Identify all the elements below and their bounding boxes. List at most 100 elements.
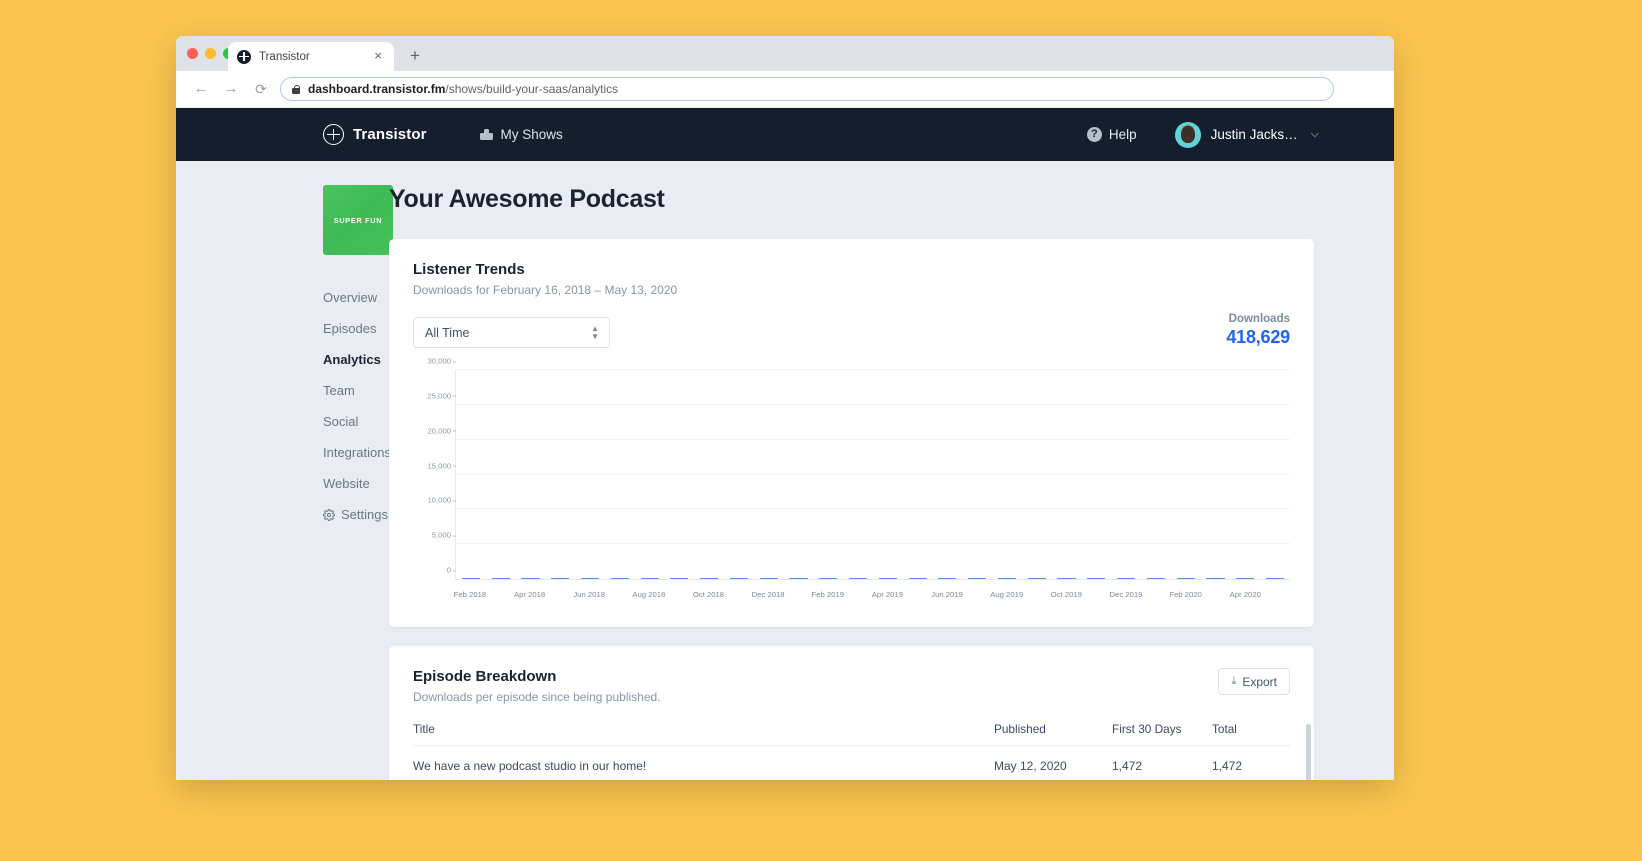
chart-bar[interactable] [909,578,927,579]
nav-item-my-shows[interactable]: My Shows [480,127,563,142]
chart-toolbar: All Time ▲▼ Downloads 418,629 [413,313,1290,348]
user-menu[interactable]: Justin Jacks… ⌵ [1175,122,1319,148]
back-icon[interactable]: ← [190,78,212,100]
chart-bar-cell[interactable] [1052,578,1082,579]
chart-bar[interactable] [879,578,897,579]
chart-bar-cell[interactable] [962,578,992,579]
chart-bar[interactable] [760,578,778,579]
sidebar-item-label: Integrations [323,445,391,460]
export-button[interactable]: ⤓ Export [1218,668,1290,695]
show-artwork[interactable]: SUPER FUN [323,185,393,255]
chart-bar[interactable] [462,578,480,579]
sidebar-item-integrations[interactable]: Integrations [323,437,389,468]
new-tab-icon[interactable]: + [406,47,424,65]
chart-plot-area: 05,00010,00015,00020,00025,00030,000 [455,370,1290,580]
chart-bar[interactable] [819,578,837,579]
chart-bar-cell[interactable] [1022,578,1052,579]
close-window-button[interactable] [187,48,198,59]
time-range-select[interactable]: All Time ▲▼ [413,317,610,348]
close-icon[interactable]: × [372,50,384,62]
chart-bar-cell[interactable] [575,578,605,579]
table-column-header[interactable]: First 30 Days [1112,722,1212,746]
chart-bar-cell[interactable] [873,578,903,579]
chart-bar[interactable] [1117,578,1135,579]
chart-bar-cell[interactable] [664,578,694,579]
chart-bar-cell[interactable] [1081,578,1111,579]
chart-bar[interactable] [968,578,986,579]
episode-breakdown-header: Episode Breakdown Downloads per episode … [413,668,1290,704]
chart-bar[interactable] [1087,578,1105,579]
chart-bar-cell[interactable] [1230,578,1260,579]
chart-bar-cell[interactable] [456,578,486,579]
chart-bar-cell[interactable] [1171,578,1201,579]
chart-bar[interactable] [700,578,718,579]
sidebar-item-label: Settings [341,507,388,522]
chart-bar[interactable] [1177,578,1195,579]
table-column-header[interactable]: Total [1212,722,1290,746]
forward-icon[interactable]: → [220,78,242,100]
chart-bar[interactable] [789,578,807,579]
chart-bar[interactable] [581,578,599,579]
chart-bar-cell[interactable] [1111,578,1141,579]
table-scrollbar[interactable] [1306,724,1311,780]
chart-bar-cell[interactable] [1141,578,1171,579]
listener-trends-card: Listener Trends Downloads for February 1… [389,239,1314,627]
chart-bar-cell[interactable] [754,578,784,579]
chart-bar[interactable] [1266,578,1284,579]
chart-bar[interactable] [1236,578,1254,579]
chart-bar-cell[interactable] [933,578,963,579]
sidebar-item-label: Social [323,414,358,429]
chart-bar-cell[interactable] [605,578,635,579]
help-button[interactable]: ? Help [1087,127,1137,142]
chart-bar[interactable] [730,578,748,579]
chart-bar-cell[interactable] [1260,578,1290,579]
chart-bar[interactable] [670,578,688,579]
chart-bar[interactable] [938,578,956,579]
chart-bar-cell[interactable] [694,578,724,579]
chart-bar[interactable] [641,578,659,579]
downloads-value: 418,629 [1226,327,1290,348]
chart-bar-cell[interactable] [1201,578,1231,579]
brand-logo[interactable]: Transistor [323,124,427,145]
lock-icon [292,85,300,94]
table-column-header[interactable]: Title [413,722,994,746]
sidebar-item-team[interactable]: Team [323,375,389,406]
table-column-header[interactable]: Published [994,722,1112,746]
chart-bar-cell[interactable] [724,578,754,579]
sidebar-item-episodes[interactable]: Episodes [323,313,389,344]
browser-tabbar: Transistor × + [176,36,1394,71]
sidebar-item-analytics[interactable]: Analytics [323,344,389,375]
chart-bar[interactable] [1057,578,1075,579]
address-bar[interactable]: dashboard.transistor.fm/shows/build-your… [280,77,1334,101]
sidebar-nav: OverviewEpisodesAnalyticsTeam Social Integ… [323,282,389,530]
chart-bar[interactable] [611,578,629,579]
browser-tab[interactable]: Transistor × [228,42,394,71]
sidebar-item-social[interactable]: Social [323,406,389,437]
chart-bar-cell[interactable] [903,578,933,579]
chart-bar[interactable] [492,578,510,579]
sidebar-item-website[interactable]: Website [323,468,389,499]
x-axis-tick-label: Feb 2020 [1169,590,1201,599]
chart-bar-cell[interactable] [545,578,575,579]
chart-bar[interactable] [849,578,867,579]
chart-bar-cell[interactable] [992,578,1022,579]
chart-bar-cell[interactable] [813,578,843,579]
chart-bar[interactable] [521,578,539,579]
table-row[interactable]: We have a new podcast studio in our home… [413,746,1290,781]
chart-bar-cell[interactable] [843,578,873,579]
chart-bar[interactable] [1206,578,1224,579]
chart-bar-cell[interactable] [516,578,546,579]
sidebar-item-overview[interactable]: Overview [323,282,389,313]
reload-icon[interactable]: ⟳ [250,78,272,100]
chart-bar-cell[interactable] [784,578,814,579]
chart-bar[interactable] [1147,578,1165,579]
x-axis-tick-label: Oct 2019 [1051,590,1082,599]
chart-bar-cell[interactable] [486,578,516,579]
chart-bar[interactable] [1028,578,1046,579]
chart-bar[interactable] [551,578,569,579]
sidebar-item-settings[interactable]: Settings [323,499,389,530]
chart-bar-cell[interactable] [635,578,665,579]
minimize-window-button[interactable] [205,48,216,59]
stepper-icon[interactable]: ▲▼ [591,326,599,340]
chart-bar[interactable] [998,578,1016,579]
